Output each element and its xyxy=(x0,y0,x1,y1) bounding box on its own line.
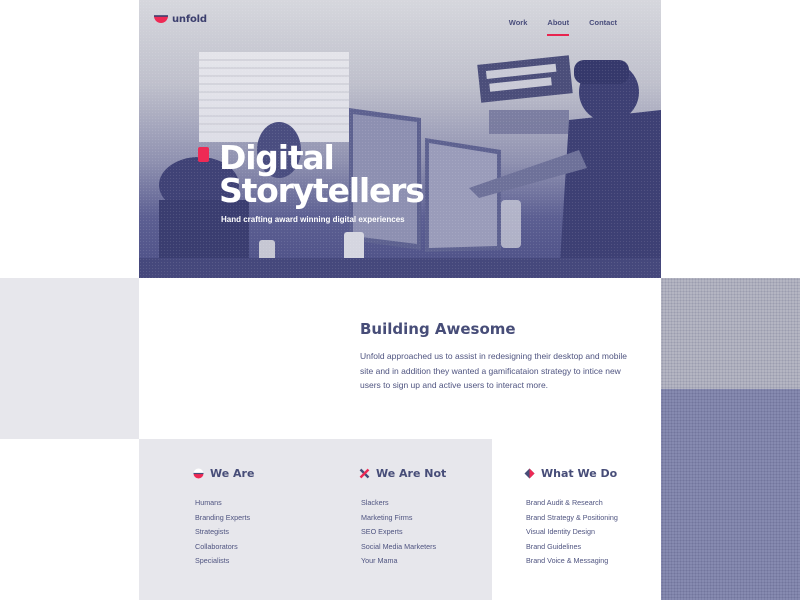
nav-link-about[interactable]: About xyxy=(547,18,569,36)
nav-link-contact[interactable]: Contact xyxy=(589,18,617,33)
list-item: Strategists xyxy=(195,527,229,536)
logo-bowl-icon xyxy=(154,15,168,23)
hero-accent-bar xyxy=(198,147,209,162)
x-mark-icon xyxy=(359,468,370,479)
right-texture-block-light xyxy=(661,278,800,389)
list-item: Social Media Marketers xyxy=(361,541,437,551)
we-are-not-list: Slackers Marketing Firms SEO Experts Soc… xyxy=(359,496,446,569)
we-are-list: Humans Branding Experts Strategists Coll… xyxy=(193,496,254,569)
hero-banner: unfold Work About Contact Digital Storyt… xyxy=(139,0,661,278)
list-item: Branding Experts xyxy=(195,512,251,522)
list-item: SEO Experts xyxy=(361,527,403,536)
intro-title: Building Awesome xyxy=(360,320,516,338)
what-we-do-column: What We Do Brand Audit & Research Brand … xyxy=(524,467,618,569)
bowl-icon xyxy=(193,468,204,479)
list-item: Brand Strategy & Positioning xyxy=(526,512,618,522)
list-item: Brand Guidelines xyxy=(526,541,582,551)
left-grey-block xyxy=(0,278,139,439)
list-item: Collaborators xyxy=(195,541,238,551)
list-item: Brand Audit & Research xyxy=(526,498,603,507)
we-are-title: We Are xyxy=(210,467,255,480)
nav-link-work[interactable]: Work xyxy=(509,18,528,33)
main-nav: Work About Contact xyxy=(509,18,617,36)
hero-subtitle: Hand crafting award winning digital expe… xyxy=(221,215,405,224)
what-we-do-title: What We Do xyxy=(541,467,618,480)
what-we-do-list: Brand Audit & Research Brand Strategy & … xyxy=(524,496,618,569)
list-item: Specialists xyxy=(195,556,230,565)
hero-title-line-2: Storytellers xyxy=(219,171,425,210)
list-item: Visual Identity Design xyxy=(526,527,595,536)
hero-grain-overlay xyxy=(139,0,661,278)
brand-logo[interactable]: unfold xyxy=(154,14,207,25)
list-item: Slackers xyxy=(361,498,389,507)
intro-body: Unfold approached us to assist in redesi… xyxy=(360,351,627,390)
list-item: Humans xyxy=(195,498,222,507)
we-are-column: We Are Humans Branding Experts Strategis… xyxy=(193,467,254,569)
we-are-not-title: We Are Not xyxy=(376,467,447,480)
list-item: Your Mama xyxy=(361,556,398,565)
right-texture-block-dark xyxy=(661,389,800,600)
list-item: Brand Voice & Messaging xyxy=(526,556,609,565)
hero-title: Digital Storytellers xyxy=(219,141,425,210)
we-are-not-column: We Are Not Slackers Marketing Firms SEO … xyxy=(359,467,446,569)
diamond-icon xyxy=(524,468,535,479)
list-item: Marketing Firms xyxy=(361,512,413,522)
logo-text: unfold xyxy=(172,14,207,25)
